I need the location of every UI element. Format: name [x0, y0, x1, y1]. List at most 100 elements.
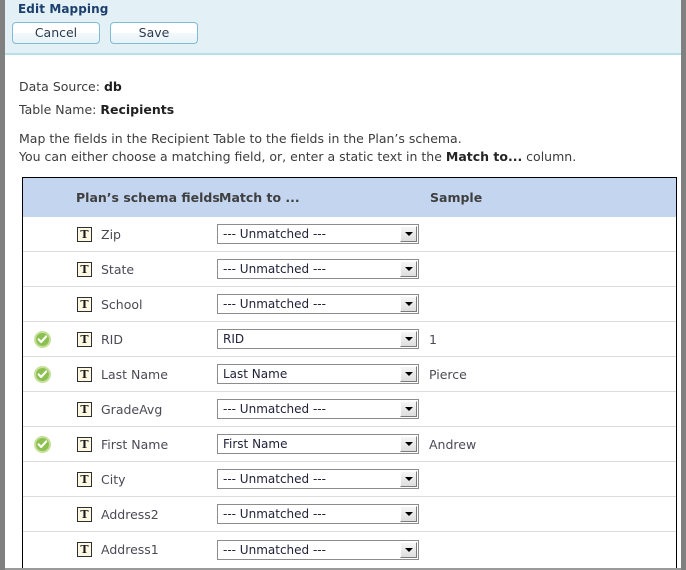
match-to-select[interactable]: Last Name	[217, 364, 419, 384]
matched-status-cell	[32, 364, 52, 384]
schema-field-name: First Name	[101, 436, 169, 452]
text-type-icon: T	[77, 506, 92, 522]
chevron-down-icon[interactable]	[400, 506, 417, 522]
edit-mapping-window: Edit Mapping Cancel Save Data Source: db…	[0, 0, 686, 570]
match-to-cell: --- Unmatched ---	[217, 259, 419, 279]
check-circle-icon	[33, 330, 51, 348]
schema-field-name: GradeAvg	[101, 401, 163, 417]
table-row: T Zip --- Unmatched ---	[23, 217, 676, 252]
instructions-line-1: Map the fields in the Recipient Table to…	[19, 131, 462, 146]
table-row: T Address2 --- Unmatched ---	[23, 497, 676, 532]
text-type-icon: T	[77, 401, 92, 417]
chevron-down-icon[interactable]	[400, 541, 417, 558]
instructions-line-2-suffix: column.	[522, 149, 577, 164]
match-to-select-value: --- Unmatched ---	[223, 227, 326, 241]
check-circle-icon	[33, 365, 51, 383]
check-circle-icon	[33, 435, 51, 453]
save-button[interactable]: Save	[110, 22, 198, 44]
match-to-select-value: Last Name	[223, 367, 288, 381]
chevron-down-icon[interactable]	[400, 436, 417, 452]
cancel-button[interactable]: Cancel	[12, 22, 100, 44]
match-to-cell: Last Name	[217, 364, 419, 384]
chevron-down-icon[interactable]	[400, 331, 417, 347]
field-type-cell: T	[77, 471, 92, 487]
text-type-icon: T	[77, 296, 92, 312]
sample-value: 1	[429, 331, 437, 347]
sample-value: Andrew	[429, 436, 477, 452]
field-type-cell: T	[77, 506, 92, 522]
chevron-down-icon[interactable]	[400, 401, 417, 417]
table-row: T Last Name Last Name Pierce	[23, 357, 676, 392]
instructions-match-to-emphasis: Match to...	[445, 149, 523, 164]
column-header-schema-fields: Plan’s schema fields	[76, 190, 220, 205]
page-content: Data Source: db Table Name: Recipients M…	[5, 55, 681, 570]
match-to-select[interactable]: --- Unmatched ---	[217, 259, 419, 279]
text-type-icon: T	[77, 261, 92, 277]
text-type-icon: T	[77, 331, 92, 347]
match-to-select-value: --- Unmatched ---	[223, 262, 326, 276]
mapping-table: Plan’s schema fields Match to ... Sample…	[22, 177, 677, 570]
schema-field-name: Last Name	[101, 366, 168, 382]
column-header-sample: Sample	[430, 190, 483, 205]
table-row: T Address1 --- Unmatched ---	[23, 532, 676, 567]
schema-field-name: Address1	[101, 542, 159, 557]
mapping-table-body: T Zip --- Unmatched --- T State --- Unmatched…	[23, 217, 676, 567]
match-to-cell: --- Unmatched ---	[217, 294, 419, 314]
table-row: T GradeAvg --- Unmatched ---	[23, 392, 676, 427]
data-source-label: Data Source:	[19, 79, 100, 94]
schema-field-name: Address2	[101, 506, 159, 522]
table-name-label: Table Name:	[19, 102, 97, 117]
chevron-down-icon[interactable]	[400, 366, 417, 382]
matched-status-cell	[32, 329, 52, 349]
match-to-select-value: --- Unmatched ---	[223, 472, 326, 486]
data-source-line: Data Source: db	[19, 75, 174, 98]
instructions-line-2-prefix: You can either choose a matching field, …	[19, 149, 446, 164]
chevron-down-icon[interactable]	[400, 471, 417, 487]
text-type-icon: T	[77, 542, 92, 557]
table-name-line: Table Name: Recipients	[19, 98, 174, 121]
mapping-table-header: Plan’s schema fields Match to ... Sample	[23, 178, 676, 217]
match-to-select[interactable]: --- Unmatched ---	[217, 504, 419, 524]
match-to-select[interactable]: First Name	[217, 434, 419, 454]
instructions: Map the fields in the Recipient Table to…	[19, 130, 659, 166]
match-to-cell: --- Unmatched ---	[217, 504, 419, 524]
text-type-icon: T	[77, 471, 92, 487]
schema-field-name: RID	[101, 331, 123, 347]
match-to-select[interactable]: --- Unmatched ---	[217, 539, 419, 560]
match-to-select[interactable]: --- Unmatched ---	[217, 294, 419, 314]
chevron-down-icon[interactable]	[400, 226, 417, 242]
match-to-select[interactable]: RID	[217, 329, 419, 349]
schema-field-name: School	[101, 296, 143, 312]
match-to-select-value: --- Unmatched ---	[223, 542, 326, 557]
matched-status-cell	[32, 434, 52, 454]
column-header-match-to: Match to ...	[219, 190, 300, 205]
match-to-cell: --- Unmatched ---	[217, 399, 419, 419]
match-to-cell: First Name	[217, 434, 419, 454]
table-row: T State --- Unmatched ---	[23, 252, 676, 287]
instructions-line-2: You can either choose a matching field, …	[19, 148, 659, 166]
match-to-select-value: --- Unmatched ---	[223, 507, 326, 521]
field-type-cell: T	[77, 296, 92, 312]
field-type-cell: T	[77, 261, 92, 277]
match-to-cell: --- Unmatched ---	[217, 539, 419, 560]
match-to-select[interactable]: --- Unmatched ---	[217, 469, 419, 489]
match-to-select[interactable]: --- Unmatched ---	[217, 224, 419, 244]
text-type-icon: T	[77, 226, 92, 242]
text-type-icon: T	[77, 366, 92, 382]
field-type-cell: T	[77, 331, 92, 347]
text-type-icon: T	[77, 436, 92, 452]
chevron-down-icon[interactable]	[400, 296, 417, 312]
match-to-cell: RID	[217, 329, 419, 349]
match-to-select[interactable]: --- Unmatched ---	[217, 399, 419, 419]
source-info: Data Source: db Table Name: Recipients	[19, 75, 174, 121]
field-type-cell: T	[77, 401, 92, 417]
window-titlebar: Edit Mapping	[5, 0, 681, 18]
schema-field-name: Zip	[101, 226, 121, 242]
table-name-value: Recipients	[100, 102, 175, 117]
chevron-down-icon[interactable]	[400, 261, 417, 277]
match-to-cell: --- Unmatched ---	[217, 469, 419, 489]
schema-field-name: City	[101, 471, 126, 487]
table-row: T School --- Unmatched ---	[23, 287, 676, 322]
table-row: T RID RID 1	[23, 322, 676, 357]
match-to-select-value: RID	[223, 332, 245, 346]
